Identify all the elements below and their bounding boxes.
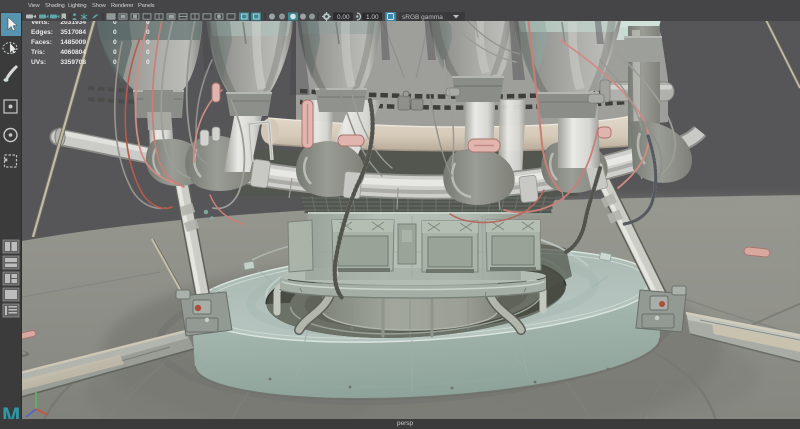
svg-text:sRGB gamma: sRGB gamma — [402, 14, 443, 21]
svg-text:0.00: 0.00 — [337, 14, 350, 21]
svg-text:1.00: 1.00 — [366, 14, 379, 21]
svg-text:M: M — [2, 403, 20, 419]
